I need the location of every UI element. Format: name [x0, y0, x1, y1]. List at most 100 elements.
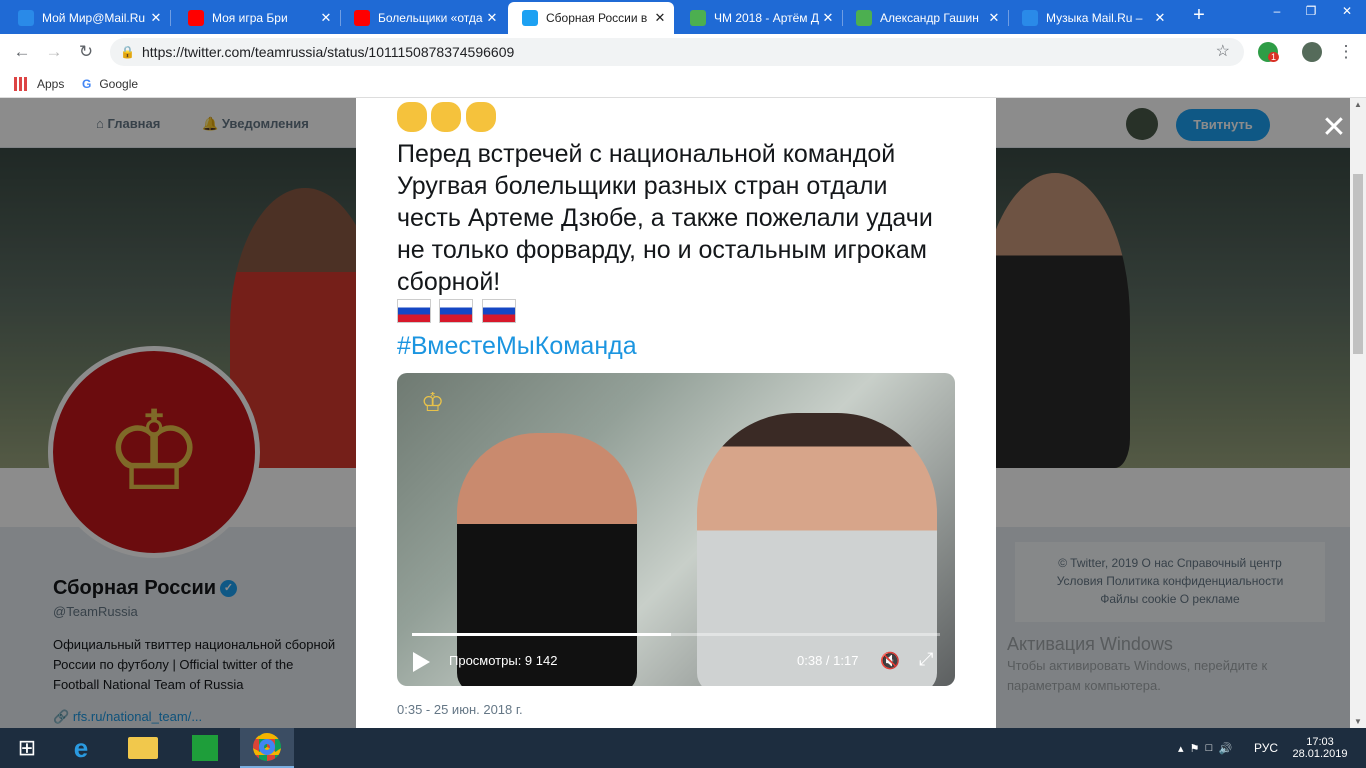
tab-favicon-icon — [18, 10, 34, 26]
chrome-icon — [253, 733, 281, 761]
bookmark-google[interactable]: G Google — [82, 77, 138, 91]
bookmark-google-label: Google — [99, 77, 139, 91]
scroll-up-icon[interactable]: ▲ — [1350, 100, 1366, 109]
play-icon[interactable] — [413, 652, 430, 672]
apps-grid-icon — [14, 77, 28, 91]
tweet-text: Перед встречей с национальной командой У… — [397, 140, 933, 296]
tab[interactable]: Александр Гашин ✕ — [842, 2, 1008, 34]
lock-icon: 🔒 — [120, 45, 135, 59]
tab-close-icon[interactable]: ✕ — [148, 10, 164, 26]
google-icon: G — [82, 77, 92, 91]
profile-avatar[interactable] — [1302, 42, 1322, 62]
bookmark-star-icon[interactable]: ☆ — [1216, 38, 1230, 66]
tab-title: ЧМ 2018 - Артём Д — [714, 11, 819, 25]
windows-logo-icon: ⊞ — [17, 735, 37, 760]
volume-icon: 🔊 — [1218, 742, 1233, 755]
raised-hand-icon — [465, 102, 496, 132]
bookmark-apps[interactable]: Apps — [14, 77, 64, 91]
chevron-up-icon: ▴ — [1178, 742, 1184, 755]
bookmarks-bar: Apps G Google — [0, 70, 1366, 98]
video-time: 0:38 / 1:17 — [797, 653, 859, 668]
tab-close-icon[interactable]: ✕ — [318, 10, 334, 26]
taskbar-ie[interactable]: e — [54, 728, 108, 768]
taskbar-explorer[interactable] — [116, 728, 170, 768]
tweet-hashtag[interactable]: #ВместеМыКоманда — [397, 332, 637, 361]
url-text: https://twitter.com/teamrussia/status/10… — [142, 44, 515, 60]
bookmark-apps-label: Apps — [37, 77, 65, 91]
tab-favicon-icon — [522, 10, 538, 26]
internet-explorer-icon: e — [73, 732, 89, 763]
video-person-left — [457, 433, 637, 686]
flag-icon: ⚑ — [1189, 742, 1200, 755]
reload-button[interactable]: ↻ — [76, 42, 96, 62]
tab-title: Музыка Mail.Ru – — [1046, 11, 1143, 25]
menu-icon[interactable]: ⋮ — [1336, 42, 1356, 62]
tab[interactable]: Болельщики «отда ✕ — [340, 2, 506, 34]
back-button[interactable]: ← — [12, 42, 32, 62]
tab-close-icon[interactable]: ✕ — [986, 10, 1002, 26]
taskbar-store[interactable] — [178, 728, 232, 768]
tab-title: Болельщики «отда — [378, 11, 483, 25]
tab-favicon-icon — [690, 10, 706, 26]
raised-hand-icon — [431, 102, 462, 132]
russia-flag-icon — [397, 299, 431, 323]
close-modal-icon[interactable]: ✕ — [1320, 110, 1348, 145]
video-progress-fill — [412, 633, 671, 636]
tray-icons[interactable]: ▴ ⚑ □ 🔊 — [1178, 728, 1232, 768]
russia-flag-icon — [481, 299, 516, 323]
rfs-logo-icon: ♔ — [421, 387, 445, 417]
tab-title: Моя игра Бри — [212, 11, 288, 25]
clock[interactable]: 17:03 28.01.2019 — [1290, 728, 1350, 768]
extension-badge: 1 — [1268, 52, 1280, 62]
tab-title: Мой Мир@Mail.Ru — [42, 11, 146, 25]
tab-close-icon[interactable]: ✕ — [1152, 10, 1168, 26]
close-window-button[interactable]: ✕ — [1328, 0, 1366, 22]
extension-icon[interactable]: 1 — [1258, 42, 1280, 62]
new-tab-button[interactable]: + — [1188, 4, 1210, 27]
clock-date: 28.01.2019 — [1292, 748, 1348, 760]
twitter-page: ⌂ Главная 🔔 Уведомления Твитнуть ♔ Сборн… — [0, 98, 1350, 728]
emoji-row-hands — [397, 102, 496, 137]
scroll-thumb[interactable] — [1353, 174, 1363, 354]
scroll-down-icon[interactable]: ▼ — [1350, 717, 1366, 726]
network-icon: □ — [1205, 742, 1213, 754]
restore-button[interactable]: ❐ — [1294, 0, 1328, 22]
taskbar-chrome[interactable] — [240, 728, 294, 768]
browser-tab-strip: Мой Мир@Mail.Ru ✕ Моя игра Бри ✕ Болельщики … — [0, 0, 1366, 34]
video-progress-bar[interactable] — [412, 633, 940, 636]
url-field[interactable]: 🔒 https://twitter.com/teamrussia/status/… — [110, 38, 1244, 66]
tab-favicon-icon — [1022, 10, 1038, 26]
tab-favicon-icon — [856, 10, 872, 26]
tab[interactable]: Моя игра Бри ✕ — [174, 2, 340, 34]
tab[interactable]: Мой Мир@Mail.Ru ✕ — [4, 2, 170, 34]
forward-button[interactable]: → — [44, 42, 64, 62]
page-scrollbar[interactable]: ▲ ▼ — [1350, 98, 1366, 728]
tab-close-icon[interactable]: ✕ — [820, 10, 836, 26]
clock-time: 17:03 — [1306, 736, 1334, 748]
store-icon — [192, 735, 218, 761]
tweet-modal: Перед встречей с национальной командой У… — [356, 98, 996, 728]
minimize-button[interactable]: – — [1260, 0, 1294, 22]
tab-close-icon[interactable]: ✕ — [484, 10, 500, 26]
russia-flag-icon — [439, 299, 474, 323]
tab-favicon-icon — [188, 10, 204, 26]
folder-icon — [128, 737, 158, 759]
tab[interactable]: ЧМ 2018 - Артём Д ✕ — [676, 2, 842, 34]
tweet-video[interactable]: ♔ Просмотры: 9 142 0:38 / 1:17 🔇 ⤢ — [397, 373, 955, 686]
tab[interactable]: Музыка Mail.Ru – ✕ — [1008, 2, 1174, 34]
mute-icon[interactable]: 🔇 — [880, 651, 900, 671]
start-button[interactable]: ⊞ — [0, 728, 54, 768]
address-toolbar: ← → ↻ 🔒 https://twitter.com/teamrussia/s… — [0, 34, 1366, 70]
tab-separator — [170, 10, 171, 26]
tab-title: Александр Гашин — [880, 11, 979, 25]
video-views: Просмотры: 9 142 — [449, 653, 558, 668]
language-indicator[interactable]: РУС — [1254, 728, 1278, 768]
fullscreen-icon[interactable]: ⤢ — [919, 649, 933, 670]
tab[interactable]: Сборная России в ✕ — [508, 2, 674, 34]
tab-title: Сборная России в — [546, 11, 648, 25]
windows-taskbar: ⊞ e ▴ ⚑ □ 🔊 РУС 17:03 28.01.2019 — [0, 728, 1366, 768]
emoji-row-flags — [397, 299, 520, 328]
tab-close-icon[interactable]: ✕ — [652, 10, 668, 26]
raised-hand-icon — [397, 102, 427, 132]
tweet-date[interactable]: 0:35 - 25 июн. 2018 г. — [397, 702, 523, 717]
